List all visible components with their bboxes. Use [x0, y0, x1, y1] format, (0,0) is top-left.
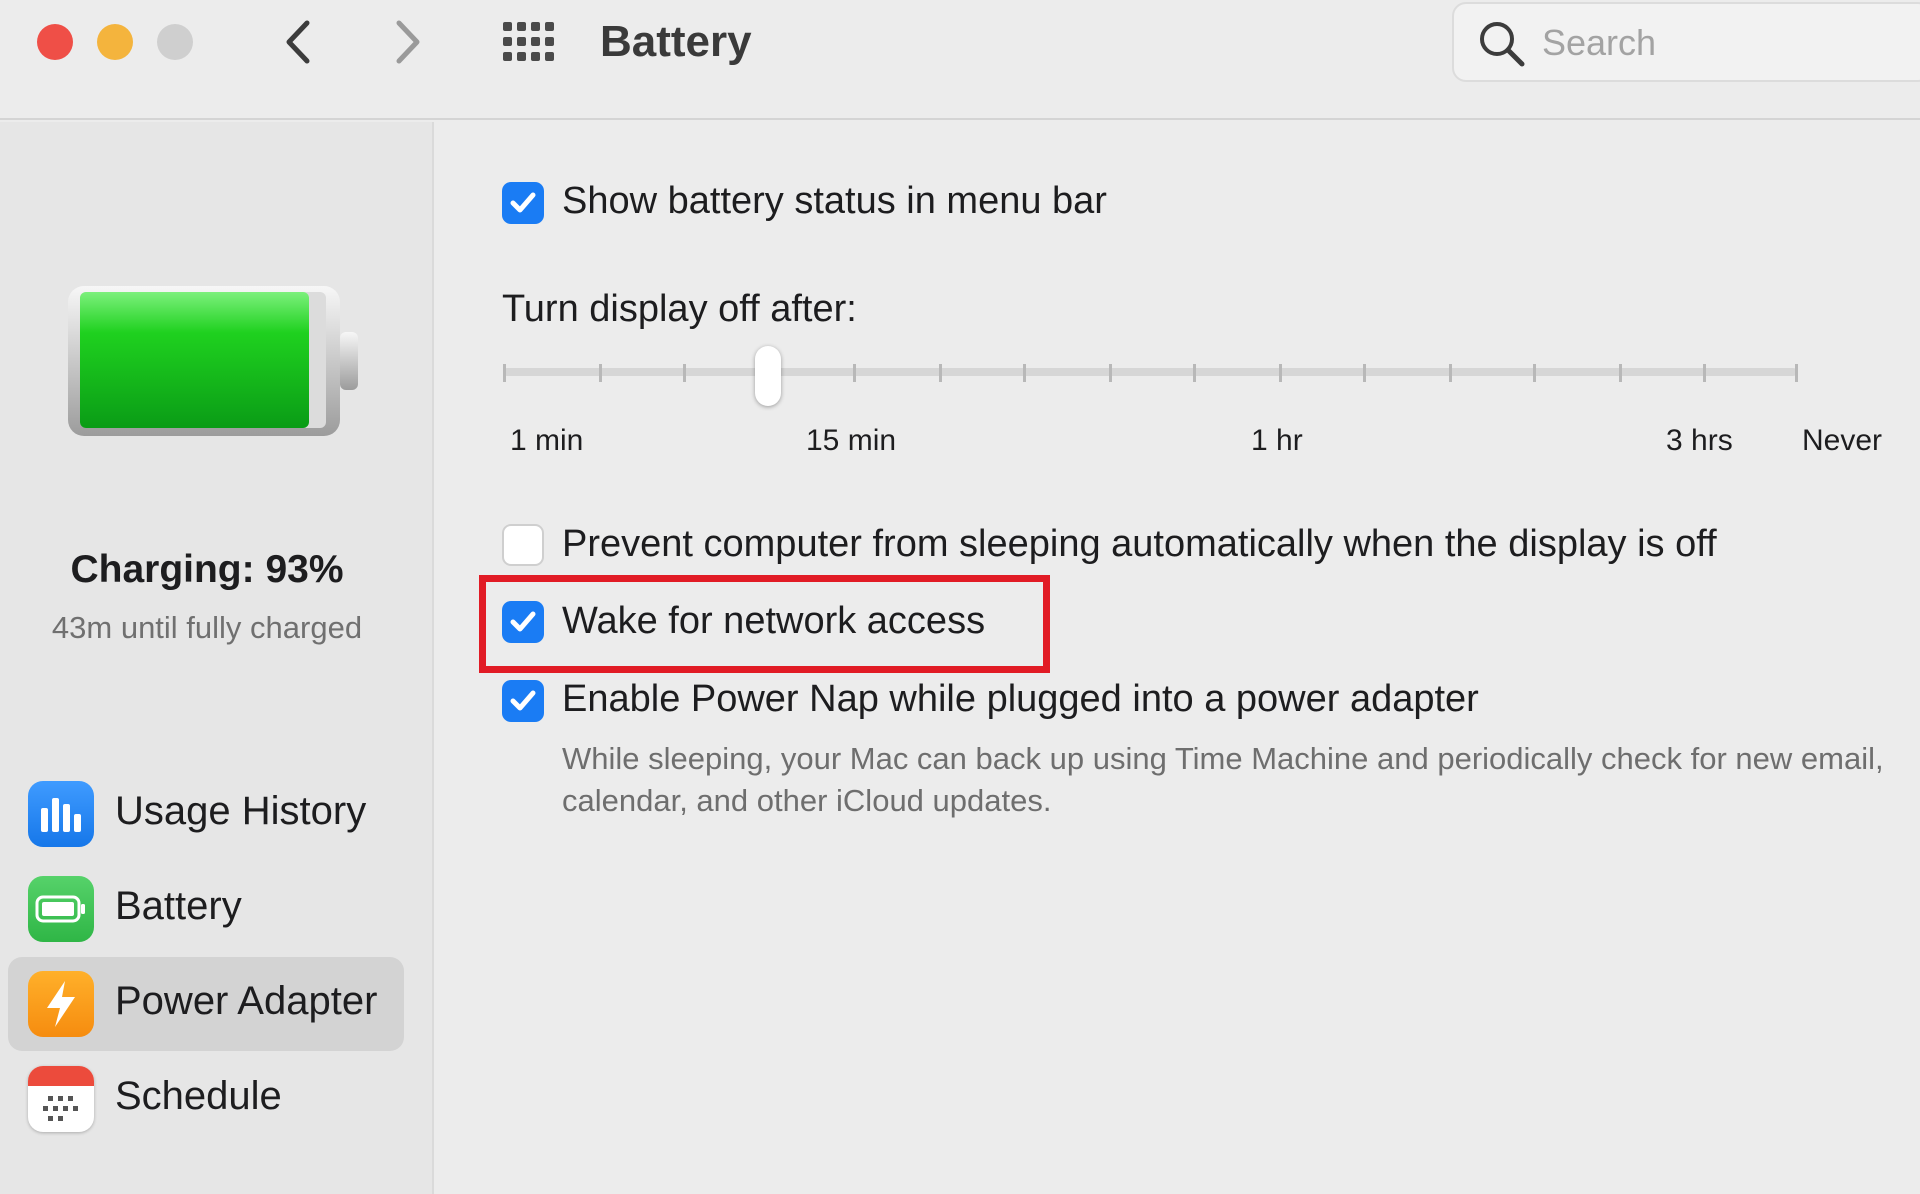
power-nap-description: While sleeping, your Mac can back up usi…: [562, 741, 1884, 818]
slider-tick: [1363, 364, 1366, 382]
zoom-window-button[interactable]: [157, 24, 193, 60]
sidebar-item-power-adapter[interactable]: Power Adapter: [8, 957, 404, 1051]
slider-tick: [1619, 364, 1622, 382]
sidebar-item-label: Usage History: [115, 789, 367, 833]
display-off-title: Turn display off after:: [502, 288, 857, 330]
slider-tick: [1109, 364, 1112, 382]
close-window-button[interactable]: [37, 24, 73, 60]
slider-tick: [1193, 364, 1196, 382]
slider-tick: [939, 364, 942, 382]
sidebar-item-label: Battery: [115, 884, 242, 928]
battery-icon: [28, 876, 94, 942]
sidebar-item-label: Power Adapter: [115, 979, 378, 1023]
checkmark-icon: [510, 690, 536, 711]
charge-status: Charging: 93%: [70, 548, 344, 591]
tick-label-1-hr: 1 hr: [1251, 424, 1303, 457]
chevron-right-icon: [396, 20, 420, 64]
sidebar: Charging: 93% 43m until fully charged Us…: [0, 122, 434, 1194]
display-off-slider[interactable]: [503, 368, 1797, 376]
slider-tick: [1533, 364, 1536, 382]
power-nap-label: Enable Power Nap while plugged into a po…: [562, 678, 1479, 720]
slider-tick: [1279, 364, 1282, 382]
slider-tick: [683, 364, 686, 382]
slider-tick: [1703, 364, 1706, 382]
prevent-sleep-checkbox[interactable]: [502, 524, 544, 566]
calendar-icon: [28, 1066, 94, 1132]
back-button[interactable]: [270, 14, 326, 70]
lightning-bolt-icon: [28, 971, 94, 1037]
wake-network-checkbox[interactable]: [502, 601, 544, 643]
slider-tick: [503, 364, 506, 382]
search-icon: [1480, 22, 1525, 67]
title-bar: Battery Search: [0, 0, 1920, 120]
slider-tick: [853, 364, 856, 382]
slider-tick: [1795, 364, 1798, 382]
checkmark-icon: [510, 611, 536, 632]
tick-label-never: Never: [1802, 424, 1883, 457]
time-until-charged: 43m until fully charged: [51, 610, 363, 645]
power-nap-checkbox[interactable]: [502, 680, 544, 722]
bar-chart-icon: [28, 781, 94, 847]
show-status-label: Show battery status in menu bar: [562, 180, 1107, 222]
tick-label-3-hrs: 3 hrs: [1666, 424, 1733, 457]
show-status-checkbox[interactable]: [502, 182, 544, 224]
slider-tick: [1023, 364, 1026, 382]
chevron-left-icon: [286, 20, 310, 64]
sidebar-item-usage-history[interactable]: Usage History: [8, 767, 404, 861]
tick-label-15-min: 15 min: [806, 424, 897, 457]
window-title: Battery: [600, 17, 752, 66]
slider-tick: [599, 364, 602, 382]
search-placeholder: Search: [1542, 22, 1657, 63]
search-field[interactable]: Search: [1452, 2, 1920, 82]
sidebar-item-label: Schedule: [115, 1074, 282, 1118]
slider-tick: [1449, 364, 1452, 382]
sidebar-item-schedule[interactable]: Schedule: [8, 1052, 404, 1146]
checkmark-icon: [510, 192, 536, 213]
sidebar-item-battery[interactable]: Battery: [8, 862, 404, 956]
show-all-grid-icon[interactable]: [500, 20, 560, 64]
minimize-window-button[interactable]: [97, 24, 133, 60]
battery-level-icon: [68, 286, 358, 436]
prevent-sleep-label: Prevent computer from sleeping automatic…: [562, 523, 1717, 565]
forward-button[interactable]: [380, 14, 436, 70]
tick-label-1-min: 1 min: [510, 424, 584, 457]
slider-thumb[interactable]: [755, 346, 781, 406]
wake-network-label: Wake for network access: [562, 600, 986, 642]
